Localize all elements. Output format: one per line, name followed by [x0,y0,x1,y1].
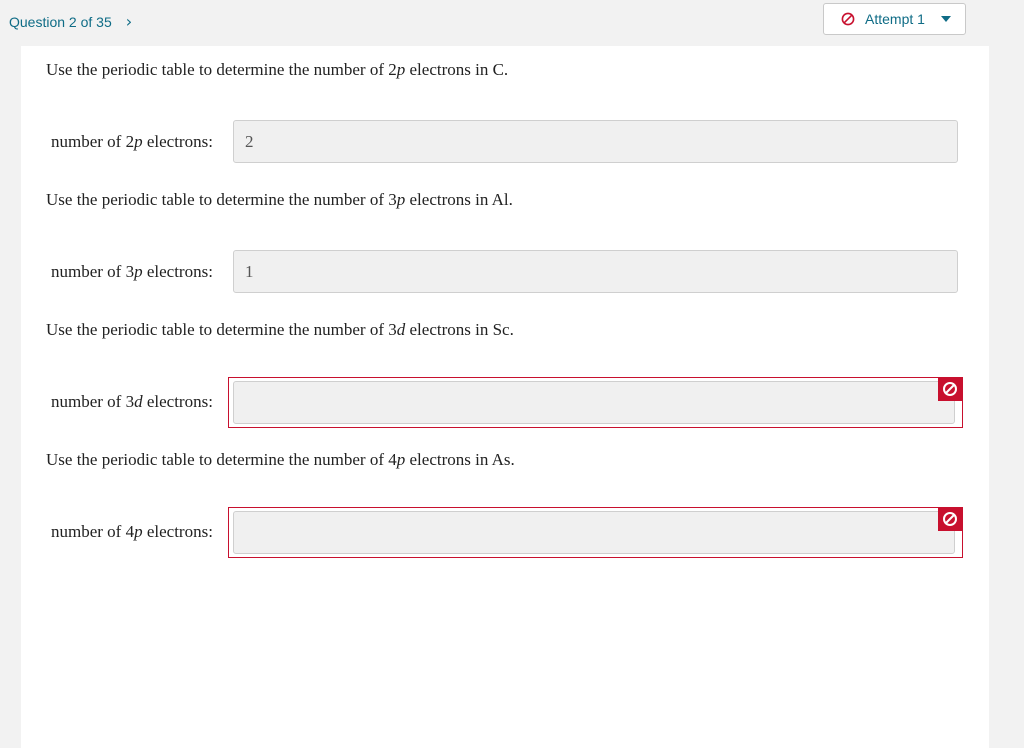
answer-error-frame-4 [228,507,963,558]
no-entry-icon [841,12,855,26]
answer-input-3[interactable] [233,381,955,424]
answer-input-2[interactable]: 1 [233,250,958,293]
top-bar: Question 2 of 35 › Attempt 1 [0,0,1024,46]
answer-label-4: number of 4p electrons: [51,522,213,541]
question-panel: Use the periodic table to determine the … [21,46,989,748]
question-prompt-3: Use the periodic table to determine the … [46,320,514,339]
answer-input-4[interactable] [233,511,955,554]
question-prompt-4: Use the periodic table to determine the … [46,450,515,469]
attempt-dropdown[interactable]: Attempt 1 [823,3,966,35]
question-prompt-2: Use the periodic table to determine the … [46,190,513,209]
answer-label-3: number of 3d electrons: [51,392,213,411]
question-progress: Question 2 of 35 [9,13,112,30]
attempt-label: Attempt 1 [865,11,925,27]
answer-label-1: number of 2p electrons: [51,132,213,151]
question-prompt-1: Use the periodic table to determine the … [46,60,509,79]
chevron-right-icon[interactable]: › [126,12,132,31]
answer-input-1[interactable]: 2 [233,120,958,163]
answer-error-frame-3 [228,377,963,428]
answer-label-2: number of 3p electrons: [51,262,213,281]
caret-down-icon [940,16,951,22]
error-no-entry-icon [938,507,962,531]
question-nav[interactable]: Question 2 of 35 › [9,12,132,31]
error-no-entry-icon [938,377,962,401]
